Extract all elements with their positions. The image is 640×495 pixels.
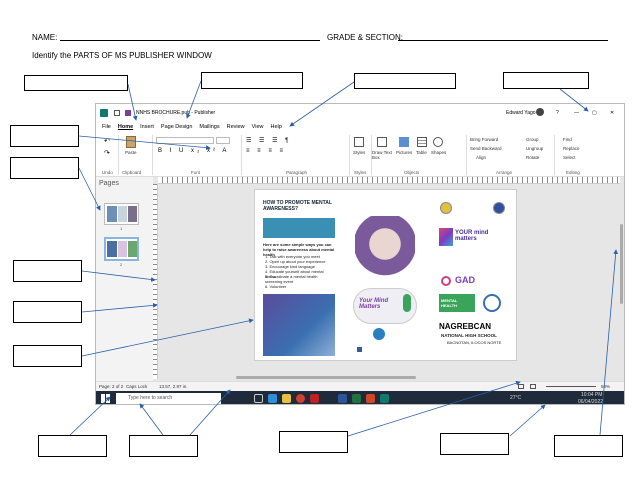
- arrow-1: [127, 83, 138, 121]
- arrow-4: [559, 88, 589, 112]
- arrow-5: [78, 135, 211, 151]
- arrow-8: [81, 302, 158, 313]
- arrow-2: [186, 80, 202, 119]
- arrow-7: [81, 270, 156, 282]
- arrow-9: [81, 318, 254, 357]
- arrow-11: [139, 403, 164, 436]
- arrow-3: [289, 81, 355, 127]
- arrow-10: [69, 396, 111, 436]
- arrow-15: [599, 249, 619, 436]
- arrow-13: [347, 380, 521, 437]
- leader-arrows: [69, 80, 619, 437]
- arrow-6: [78, 167, 101, 211]
- arrow-12: [189, 389, 231, 436]
- arrow-14: [509, 404, 546, 437]
